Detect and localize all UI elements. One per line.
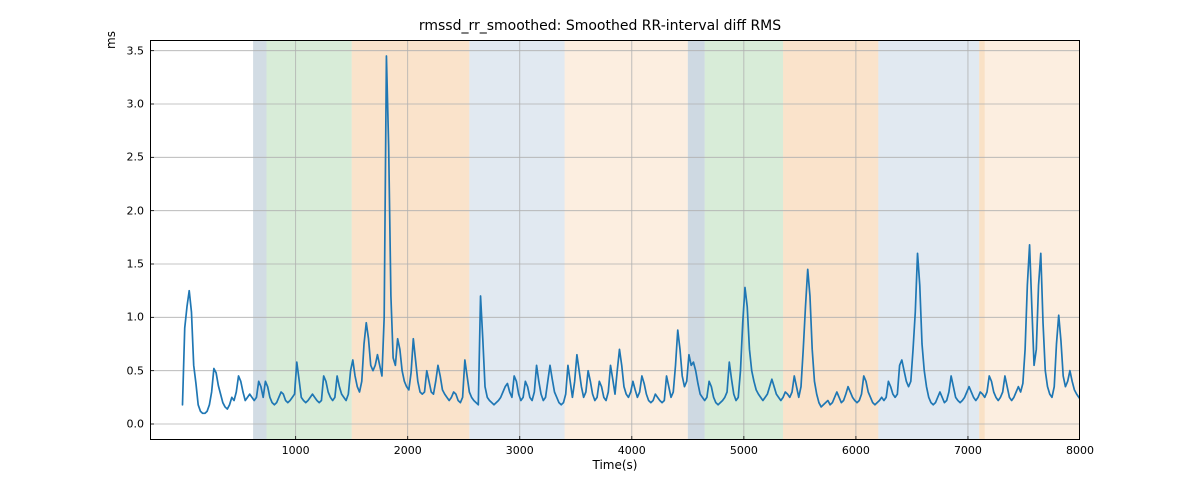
y-tick-label: 3.0 <box>104 98 144 111</box>
chart-title: rmssd_rr_smoothed: Smoothed RR-interval … <box>0 18 1200 34</box>
y-tick-label: 0.5 <box>104 364 144 377</box>
axes <box>150 40 1080 440</box>
x-tick-label: 8000 <box>1066 444 1094 457</box>
x-tick-label: 5000 <box>730 444 758 457</box>
y-tick-label: 2.5 <box>104 151 144 164</box>
x-axis-label: Time(s) <box>150 458 1080 472</box>
y-tick-label: 0.0 <box>104 418 144 431</box>
x-tick-label: 3000 <box>506 444 534 457</box>
plot-svg <box>150 40 1080 440</box>
x-tick-label: 1000 <box>282 444 310 457</box>
y-tick-label: 2.0 <box>104 204 144 217</box>
x-tick-label: 7000 <box>954 444 982 457</box>
x-tick-label: 4000 <box>618 444 646 457</box>
y-tick-label: 1.0 <box>104 311 144 324</box>
y-tick-label: 3.5 <box>104 44 144 57</box>
y-tick-label: 1.5 <box>104 258 144 271</box>
figure: rmssd_rr_smoothed: Smoothed RR-interval … <box>0 0 1200 500</box>
x-tick-label: 6000 <box>842 444 870 457</box>
x-tick-label: 2000 <box>394 444 422 457</box>
